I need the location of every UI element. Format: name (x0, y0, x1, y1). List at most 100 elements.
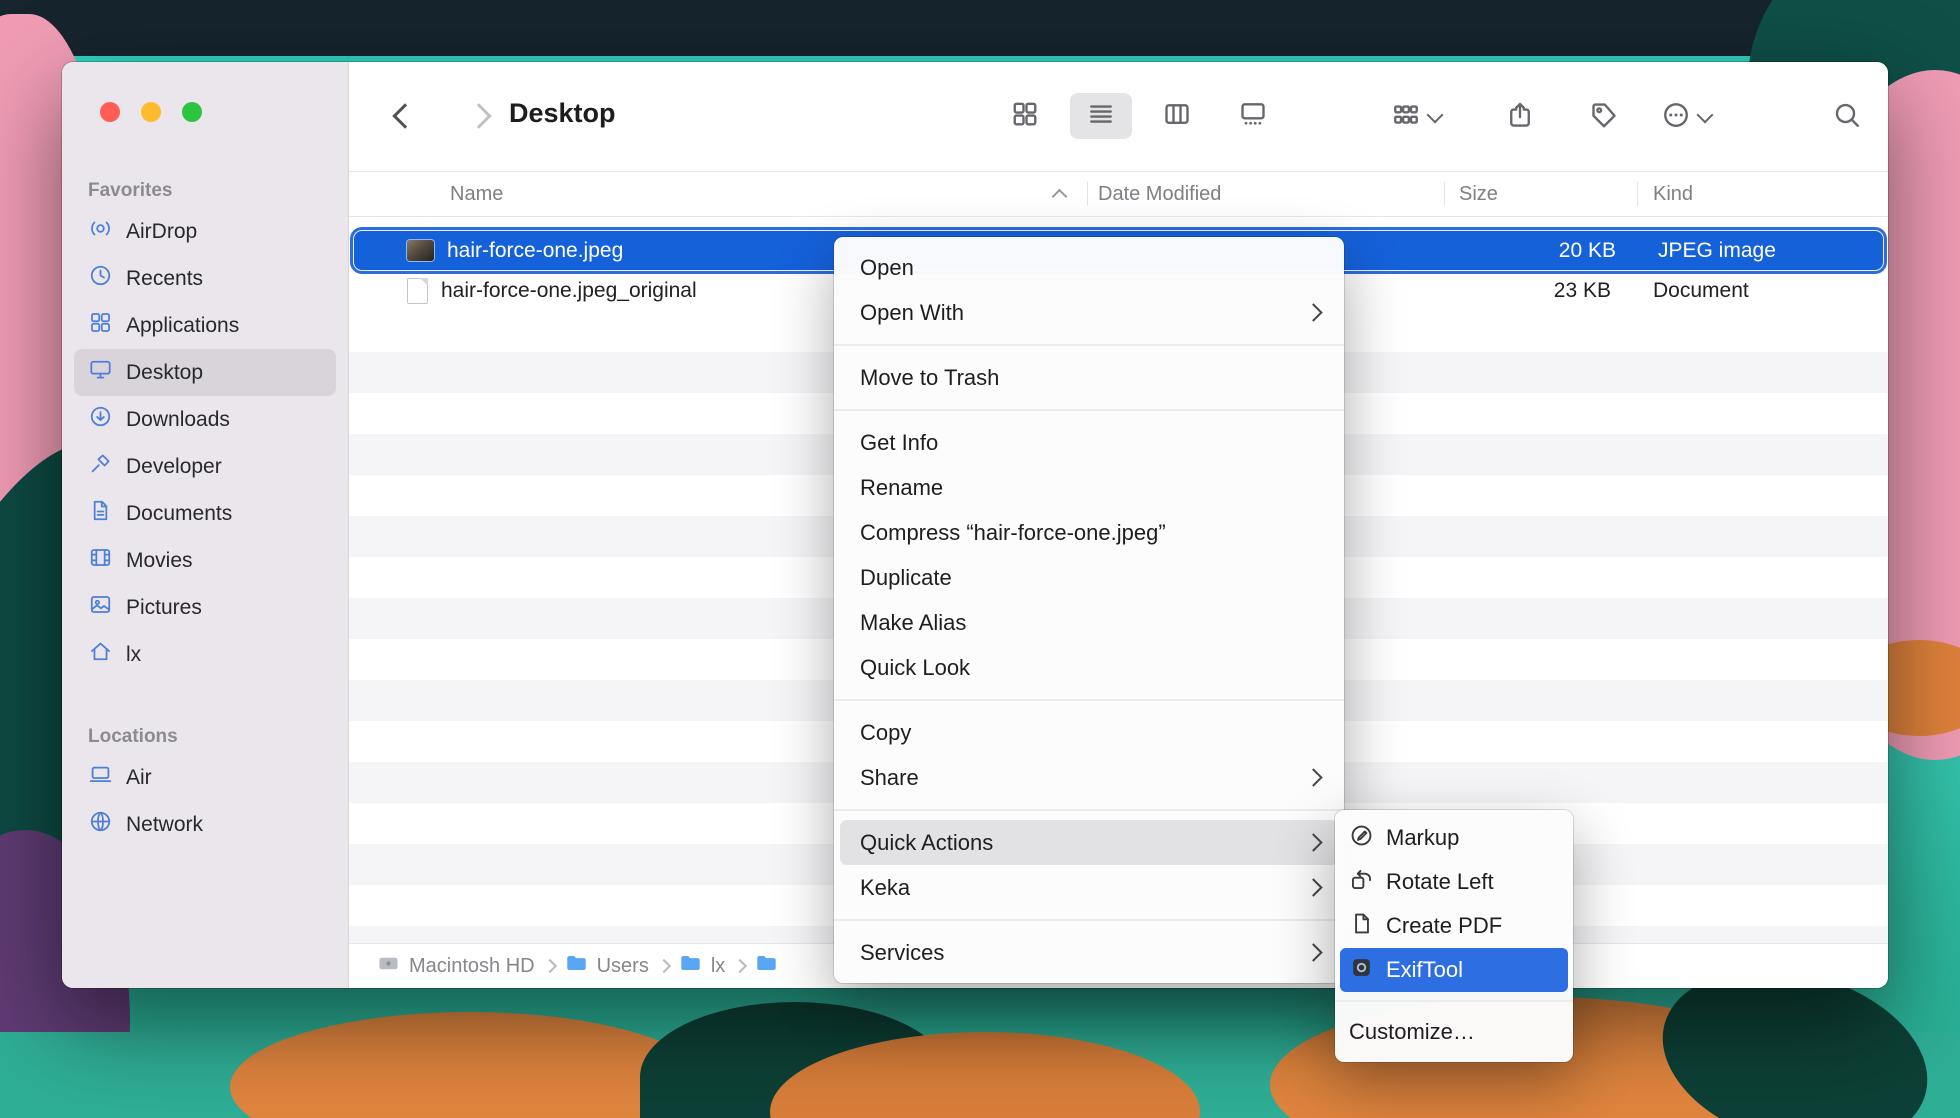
applications-grid-icon (88, 310, 113, 341)
column-divider[interactable] (1637, 182, 1638, 206)
view-switcher (994, 93, 1284, 139)
sidebar-item-desktop[interactable]: Desktop (74, 349, 336, 396)
chevron-down-icon (1697, 106, 1714, 123)
zoom-button[interactable] (182, 102, 202, 122)
submenu-item-customize[interactable]: Customize… (1335, 1010, 1573, 1054)
sidebar-item-downloads[interactable]: Downloads (74, 396, 336, 443)
menu-item-make-alias[interactable]: Make Alias (834, 600, 1344, 645)
sidebar-item-label: Movies (126, 549, 193, 573)
window-controls (100, 102, 202, 122)
minimize-button[interactable] (141, 102, 161, 122)
forward-button[interactable] (461, 98, 497, 134)
menu-item-share[interactable]: Share (834, 755, 1344, 800)
menu-item-move-to-trash[interactable]: Move to Trash (834, 355, 1344, 400)
window-title: Desktop (509, 98, 616, 129)
search-icon (1832, 100, 1862, 135)
sidebar-item-label: Recents (126, 267, 203, 291)
sidebar-section-favorites: Favorites AirDrop Recents Applications D… (62, 180, 348, 678)
sidebar: Favorites AirDrop Recents Applications D… (62, 62, 349, 988)
sidebar-section-locations: Locations Air Network (62, 726, 348, 848)
list-column-headers: Name Date Modified Size Kind (349, 171, 1888, 217)
sidebar-item-pictures[interactable]: Pictures (74, 584, 336, 631)
document-icon (88, 498, 113, 529)
more-button[interactable] (1661, 100, 1711, 135)
path-item-macintosh-hd[interactable]: Macintosh HD (377, 952, 535, 981)
path-item-hidden[interactable] (755, 952, 787, 981)
gallery-view-button[interactable] (1222, 93, 1284, 139)
back-button[interactable] (387, 98, 423, 134)
column-header-name[interactable]: Name (349, 183, 1087, 206)
column-view-button[interactable] (1146, 93, 1208, 139)
submenu-arrow-icon (1304, 943, 1322, 961)
share-icon (1505, 100, 1535, 135)
path-item-lx[interactable]: lx (679, 952, 725, 981)
sidebar-item-applications[interactable]: Applications (74, 302, 336, 349)
menu-item-copy[interactable]: Copy (834, 710, 1344, 755)
sidebar-item-recents[interactable]: Recents (74, 255, 336, 302)
column-header-date-modified[interactable]: Date Modified (1087, 183, 1444, 206)
share-button[interactable] (1505, 100, 1535, 135)
close-button[interactable] (100, 102, 120, 122)
image-thumbnail-icon (407, 240, 434, 261)
sidebar-item-movies[interactable]: Movies (74, 537, 336, 584)
file-name: hair-force-one.jpeg (447, 239, 623, 263)
search-button[interactable] (1832, 100, 1862, 135)
list-view-button[interactable] (1070, 93, 1132, 139)
chevron-down-icon (1427, 106, 1444, 123)
menu-item-compress[interactable]: Compress “hair-force-one.jpeg” (834, 510, 1344, 555)
column-header-size[interactable]: Size (1444, 183, 1637, 206)
menu-item-rename[interactable]: Rename (834, 465, 1344, 510)
menu-separator (834, 919, 1344, 921)
menu-item-keka[interactable]: Keka (834, 865, 1344, 910)
sidebar-item-airdrop[interactable]: AirDrop (74, 208, 336, 255)
column-divider[interactable] (1087, 182, 1088, 206)
tag-icon (1589, 100, 1619, 135)
menu-item-duplicate[interactable]: Duplicate (834, 555, 1344, 600)
sidebar-item-label: Applications (126, 314, 239, 338)
laptop-icon (88, 762, 113, 793)
menu-item-open[interactable]: Open (834, 245, 1344, 290)
hard-drive-icon (377, 952, 400, 981)
menu-item-open-with[interactable]: Open With (834, 290, 1344, 335)
sidebar-item-air[interactable]: Air (74, 754, 336, 801)
menu-item-quick-actions[interactable]: Quick Actions (840, 820, 1338, 865)
clock-icon (88, 263, 113, 294)
menu-item-quick-look[interactable]: Quick Look (834, 645, 1344, 690)
sidebar-item-label: Desktop (126, 361, 203, 385)
menu-item-get-info[interactable]: Get Info (834, 420, 1344, 465)
column-divider[interactable] (1444, 182, 1445, 206)
sidebar-item-developer[interactable]: Developer (74, 443, 336, 490)
chevron-right-icon (466, 103, 491, 128)
document-page-icon (407, 278, 428, 304)
chevron-right-icon (733, 959, 747, 973)
path-item-users[interactable]: Users (565, 952, 649, 981)
submenu-item-exiftool[interactable]: ExifTool (1340, 948, 1568, 992)
tag-button[interactable] (1589, 100, 1619, 135)
menu-separator (834, 344, 1344, 346)
sidebar-item-documents[interactable]: Documents (74, 490, 336, 537)
icon-view-button[interactable] (994, 93, 1056, 139)
downloads-circle-icon (88, 404, 113, 435)
sidebar-item-network[interactable]: Network (74, 801, 336, 848)
submenu-item-markup[interactable]: Markup (1335, 816, 1573, 860)
globe-icon (88, 809, 113, 840)
submenu-item-rotate-left[interactable]: Rotate Left (1335, 860, 1573, 904)
menu-separator (834, 699, 1344, 701)
column-header-kind[interactable]: Kind (1637, 183, 1888, 206)
exiftool-app-icon (1349, 955, 1374, 986)
sidebar-item-label: AirDrop (126, 220, 197, 244)
photo-icon (88, 592, 113, 623)
folder-icon (565, 952, 588, 981)
toolbar: Desktop (349, 62, 1888, 171)
file-kind: JPEG image (1642, 239, 1883, 263)
submenu-arrow-icon (1304, 768, 1322, 786)
sidebar-section-title: Locations (74, 726, 336, 748)
list-view-icon (1086, 99, 1116, 134)
create-pdf-icon (1349, 911, 1374, 942)
menu-item-services[interactable]: Services (834, 930, 1344, 975)
submenu-item-create-pdf[interactable]: Create PDF (1335, 904, 1573, 948)
submenu-arrow-icon (1304, 303, 1322, 321)
group-button[interactable] (1391, 100, 1441, 135)
sidebar-item-lx[interactable]: lx (74, 631, 336, 678)
sidebar-item-label: lx (126, 643, 141, 667)
